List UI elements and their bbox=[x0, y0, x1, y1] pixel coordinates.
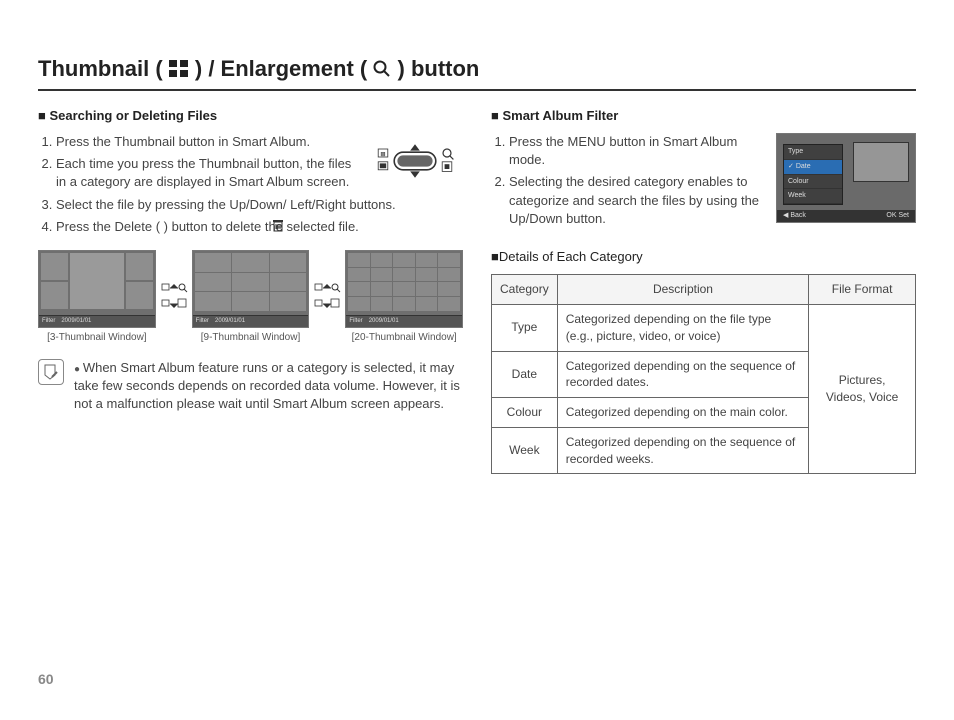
cell-description: Categorized depending on the sequence of… bbox=[557, 427, 809, 474]
cell-file-format: Pictures, Videos, Voice bbox=[809, 304, 916, 474]
delete-icon bbox=[272, 219, 284, 233]
step: Press the Delete ( ) button to delete th… bbox=[56, 218, 463, 236]
dpad-illustration: ▦ bbox=[367, 133, 463, 194]
table-header: File Format bbox=[809, 275, 916, 305]
menu-item: Colour bbox=[784, 175, 842, 190]
svg-text:▦: ▦ bbox=[380, 151, 386, 157]
menu-item: Type bbox=[784, 145, 842, 160]
thumb-window-9: Filter2009/01/01 [9-Thumbnail Window] bbox=[192, 250, 310, 345]
arrows-icon bbox=[313, 280, 341, 314]
thumbnail-views-row: Filter2009/01/01 [3-Thumbnail Window] Fi… bbox=[38, 250, 463, 345]
filter-screen-illustration: Type ✓ Date Colour Week ◀ Back OK Set bbox=[776, 133, 916, 223]
cell-description: Categorized depending on the main color. bbox=[557, 398, 809, 428]
cell-description: Categorized depending on the file type (… bbox=[557, 304, 809, 351]
page-number: 60 bbox=[38, 670, 54, 690]
title-prefix: Thumbnail ( bbox=[38, 56, 169, 81]
thumbnail-icon bbox=[169, 60, 189, 78]
cell-category: Week bbox=[492, 427, 558, 474]
title-suffix: ) button bbox=[398, 56, 480, 81]
table-header: Description bbox=[557, 275, 809, 305]
step: Select the file by pressing the Up/Down/… bbox=[56, 196, 463, 214]
thumb-window-20: Filter2009/01/01 [20-Thumbnail Window] bbox=[345, 250, 463, 345]
note-icon bbox=[38, 359, 64, 385]
menu-item-selected: ✓ Date bbox=[784, 160, 842, 175]
section-heading-left: Searching or Deleting Files bbox=[38, 107, 463, 125]
table-row: Type Categorized depending on the file t… bbox=[492, 304, 916, 351]
arrows-icon bbox=[160, 280, 188, 314]
cell-description: Categorized depending on the sequence of… bbox=[557, 351, 809, 398]
title-mid: ) / Enlargement ( bbox=[195, 56, 373, 81]
magnifier-icon bbox=[373, 60, 391, 78]
table-header: Category bbox=[492, 275, 558, 305]
menu-item: Week bbox=[784, 189, 842, 204]
note-box: When Smart Album feature runs or a categ… bbox=[38, 359, 463, 414]
page-title: Thumbnail ( ) / Enlargement ( ) button bbox=[38, 54, 916, 91]
cell-category: Colour bbox=[492, 398, 558, 428]
category-details-table: Category Description File Format Type Ca… bbox=[491, 274, 916, 474]
thumb-window-3: Filter2009/01/01 [3-Thumbnail Window] bbox=[38, 250, 156, 345]
cell-category: Type bbox=[492, 304, 558, 351]
cell-category: Date bbox=[492, 351, 558, 398]
note-text: When Smart Album feature runs or a categ… bbox=[74, 359, 463, 414]
section-heading-right: Smart Album Filter bbox=[491, 107, 916, 125]
sub-heading: Details of Each Category bbox=[491, 248, 916, 266]
